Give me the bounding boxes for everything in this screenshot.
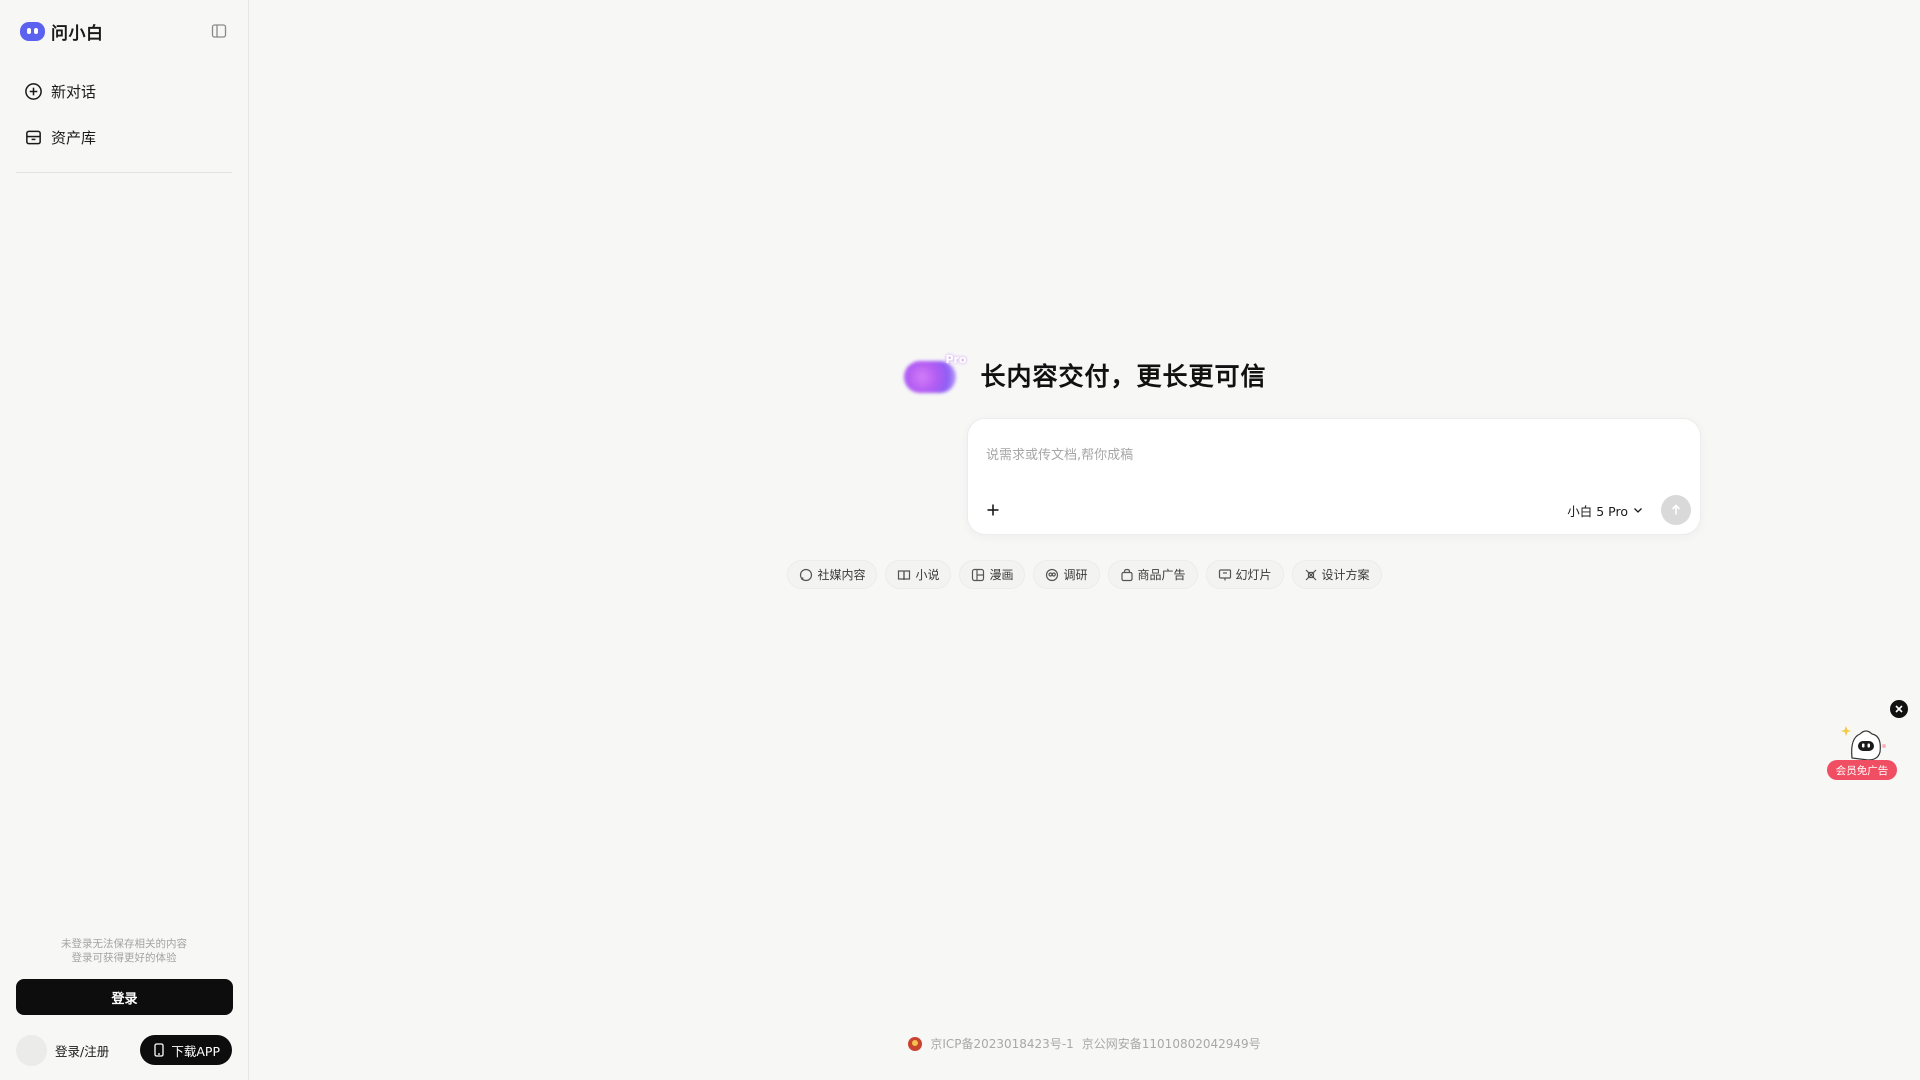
chip-product-ad[interactable]: 商品广告 <box>1107 560 1198 589</box>
police-emblem-icon <box>908 1036 923 1051</box>
chip-social-content[interactable]: 社媒内容 <box>787 560 878 589</box>
chevron-down-icon <box>1634 508 1642 513</box>
model-selector-label: 小白 5 Pro <box>1567 503 1628 519</box>
login-register-link: 登录/注册 <box>55 1043 110 1059</box>
chip-label: 幻灯片 <box>1235 568 1272 582</box>
chip-label: 调研 <box>1063 568 1088 582</box>
ad-free-membership-badge[interactable]: 会员免广告 <box>1827 760 1897 780</box>
login-hint-line1: 未登录无法保存相关的内容 <box>61 938 187 950</box>
research-icon <box>1046 568 1059 581</box>
sidebar-item-label: 资产库 <box>51 128 97 147</box>
hero-logo-icon: Pro <box>902 353 966 395</box>
shopping-bag-icon <box>1120 568 1133 581</box>
chat-bubble-icon <box>800 568 813 581</box>
sidebar-nav: 新对话 资产库 <box>0 62 248 162</box>
chip-label: 漫画 <box>989 568 1014 582</box>
sidebar-toggle-icon <box>211 24 227 38</box>
login-hint: 未登录无法保存相关的内容 登录可获得更好的体验 <box>16 937 232 965</box>
sidebar-item-new-chat[interactable]: 新对话 <box>16 70 232 112</box>
chip-comic[interactable]: 漫画 <box>959 560 1026 589</box>
police-record-link[interactable]: 京公网安备11010802042949号 <box>1082 1035 1261 1052</box>
model-selector[interactable]: 小白 5 Pro <box>1567 499 1644 521</box>
chip-research[interactable]: 调研 <box>1033 560 1100 589</box>
plus-circle-icon <box>25 82 42 100</box>
mascot-icon[interactable] <box>1840 722 1888 762</box>
prompt-input[interactable] <box>986 443 1676 467</box>
icp-link[interactable]: 京ICP备2023018423号-1 <box>930 1035 1073 1052</box>
phone-download-icon <box>154 1043 165 1057</box>
app-root: 问小白 新对话 资产库 未登录无法保存相关的内容 登录可获得更好的体验 登录 登… <box>0 0 1920 1080</box>
attach-button[interactable] <box>981 498 1005 522</box>
chip-design-plan[interactable]: 设计方案 <box>1291 560 1382 589</box>
chip-label: 商品广告 <box>1137 568 1186 582</box>
brand-name: 问小白 <box>51 23 104 44</box>
sidebar-item-asset-library[interactable]: 资产库 <box>16 116 232 158</box>
sidebar: 问小白 新对话 资产库 未登录无法保存相关的内容 登录可获得更好的体验 登录 登… <box>0 0 249 1080</box>
account-row: 登录/注册 下载APP <box>16 1034 232 1066</box>
composer: 小白 5 Pro <box>967 418 1701 535</box>
sidebar-footer: 未登录无法保存相关的内容 登录可获得更好的体验 登录 登录/注册 下载APP <box>0 937 248 1080</box>
archive-box-icon <box>26 130 41 144</box>
close-icon <box>1895 705 1903 713</box>
sidebar-header: 问小白 <box>0 0 248 62</box>
hero: Pro 长内容交付，更长更可信 <box>249 353 1920 395</box>
avatar <box>16 1034 47 1066</box>
ad-close-button[interactable] <box>1890 700 1908 718</box>
sidebar-toggle-button[interactable] <box>208 20 230 42</box>
book-icon <box>898 569 911 580</box>
sidebar-item-label: 新对话 <box>51 82 97 101</box>
presentation-icon <box>1218 568 1231 580</box>
plus-icon <box>987 504 999 516</box>
comic-panels-icon <box>972 568 985 581</box>
sidebar-divider <box>16 172 232 173</box>
login-button[interactable]: 登录 <box>16 979 233 1015</box>
brand[interactable]: 问小白 <box>20 19 104 44</box>
login-hint-line2: 登录可获得更好的体验 <box>71 952 177 964</box>
suggestion-chips: 社媒内容 小说 漫画 调研 商品广告 幻灯片 设计方案 <box>249 560 1920 589</box>
ad-widget: 会员免广告 <box>1826 700 1908 784</box>
main-area: Pro 长内容交付，更长更可信 小白 5 Pro <box>249 0 1920 1080</box>
arrow-up-icon <box>1671 504 1681 515</box>
footer: 京ICP备2023018423号-1 京公网安备11010802042949号 <box>249 1035 1920 1052</box>
brand-logo-icon <box>20 21 45 41</box>
design-tools-icon <box>1305 569 1316 580</box>
hero-pro-badge: Pro <box>945 353 967 366</box>
account-entry[interactable]: 登录/注册 <box>16 1034 110 1066</box>
chip-novel[interactable]: 小说 <box>885 560 952 589</box>
chip-label: 设计方案 <box>1321 568 1370 582</box>
download-app-label: 下载APP <box>171 1043 220 1059</box>
chip-label: 社媒内容 <box>817 568 866 582</box>
page-title: 长内容交付，更长更可信 <box>980 362 1267 391</box>
download-app-button[interactable]: 下载APP <box>140 1035 232 1065</box>
chip-label: 小说 <box>915 568 940 582</box>
send-button[interactable] <box>1661 495 1691 525</box>
chip-slides[interactable]: 幻灯片 <box>1205 560 1284 589</box>
